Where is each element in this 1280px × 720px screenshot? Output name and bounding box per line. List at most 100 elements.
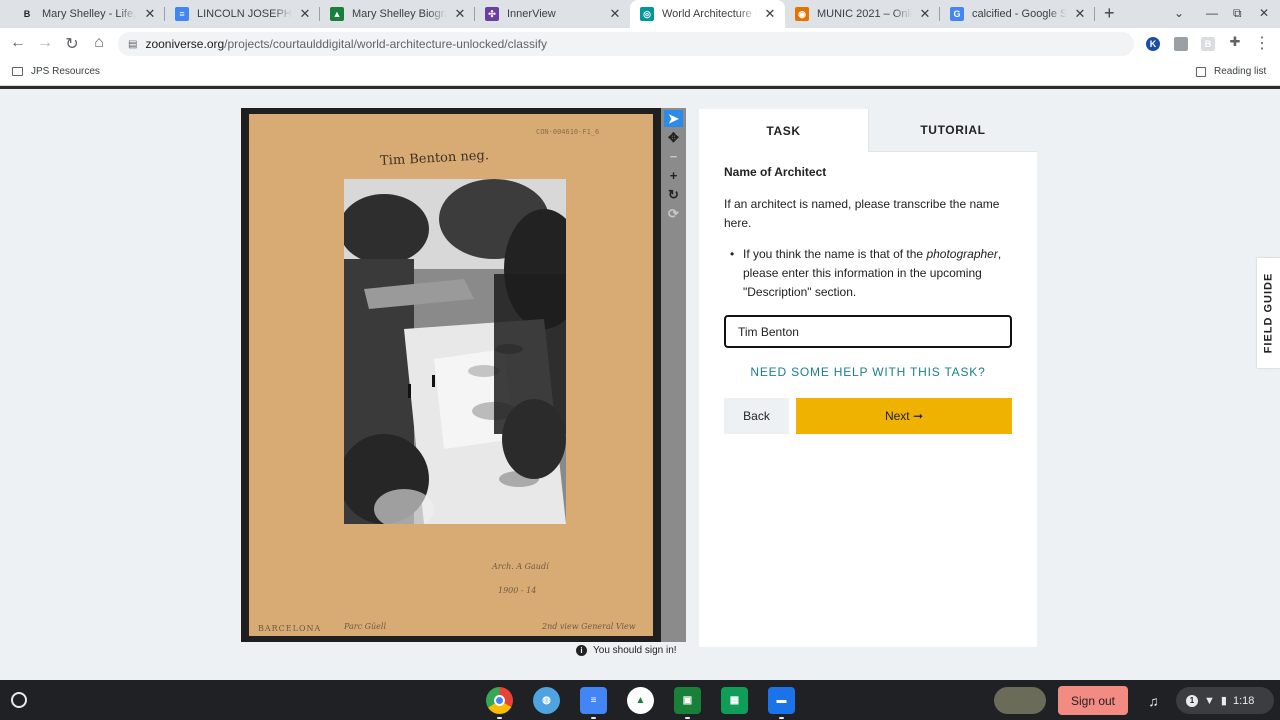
sheets-app-icon[interactable]: ▦ — [721, 687, 748, 714]
next-button[interactable]: Next ➞ — [796, 398, 1012, 434]
subject-viewer[interactable]: CON-004610-F1_6 Tim Benton neg. Arch. A … — [241, 108, 661, 642]
info-icon: i — [576, 645, 587, 656]
site-header-bar — [0, 86, 1280, 89]
task-title: Name of Architect — [724, 165, 827, 179]
home-icon[interactable]: ⌂ — [89, 34, 109, 52]
url-path: /projects/courtaulddigital/world-archite… — [224, 37, 547, 51]
back-arrow-icon[interactable]: ← — [8, 34, 28, 52]
tab-title: Mary Shelley - Life, Fra — [42, 8, 137, 20]
extension-b-icon[interactable]: B — [1201, 37, 1215, 51]
tab-tutorial[interactable]: TUTORIAL — [868, 109, 1037, 152]
bookmark-folder-jps-resources[interactable]: JPS Resources — [12, 66, 100, 77]
minimize-icon[interactable]: — — [1206, 6, 1218, 20]
browser-toolbar: ← → ↻ ⌂ ▤ zooniverse.org/projects/courta… — [0, 28, 1280, 60]
select-pointer-icon[interactable]: ➤ — [664, 110, 683, 127]
reload-icon[interactable]: ↻ — [62, 34, 82, 54]
move-icon[interactable]: ✥ — [664, 129, 683, 146]
negative-id: CON-004610-F1_6 — [536, 128, 600, 136]
reading-list-button[interactable]: Reading list — [1196, 66, 1266, 77]
classroom-app-icon[interactable]: ▣ — [674, 687, 701, 719]
reading-list-icon — [1196, 66, 1206, 77]
tab-close-icon[interactable]: ✕ — [918, 6, 932, 22]
restore-icon[interactable]: ⧉ — [1233, 6, 1242, 21]
bullet-text-emphasis: photographer — [926, 247, 998, 261]
note-architect: Arch. A Gaudí — [492, 562, 549, 571]
os-shelf: ◍ ≡ ▲ ▣ ▦ ▬ Sign out ♫ 1 ▼ ▮ 1:18 — [0, 680, 1280, 720]
url-host: zooniverse.org — [145, 37, 225, 51]
tab-search-icon[interactable]: ⌄ — [1174, 6, 1184, 20]
forward-arrow-icon[interactable]: → — [35, 34, 55, 52]
tab-favicon-icon: B — [23, 9, 31, 19]
rotate-icon[interactable]: ↻ — [664, 186, 683, 203]
tab-favicon-icon: ◎ — [640, 7, 654, 21]
back-button[interactable]: Back — [724, 398, 789, 434]
browser-tab[interactable]: ✣ InnerView ✕ — [475, 0, 630, 28]
tab-task[interactable]: TASK — [699, 109, 868, 152]
tab-favicon-icon: ≡ — [175, 7, 189, 21]
tab-title: LINCOLN JOSEPH - M — [197, 8, 292, 20]
wifi-icon: ▼ — [1204, 694, 1215, 707]
browser-tab[interactable]: ◉ MUNIC 2021 – Online ✕ — [785, 0, 940, 28]
note-view: 2nd view General View — [542, 622, 636, 631]
sign-in-text: You should sign in! — [593, 645, 677, 656]
note-park: Parc Güell — [344, 622, 387, 631]
viewer-toolbar: ➤ ✥ − + ↻ ⟳ — [661, 108, 686, 642]
address-bar[interactable]: ▤ zooniverse.org/projects/courtaulddigit… — [118, 32, 1134, 56]
task-bullet: If you think the name is that of the pho… — [730, 245, 1013, 302]
tab-close-icon[interactable]: ✕ — [763, 6, 777, 22]
planet-app-icon[interactable]: ◍ — [533, 687, 560, 714]
task-panel: TASK TUTORIAL Name of Architect If an ar… — [699, 109, 1037, 647]
chrome-app-icon[interactable] — [486, 687, 513, 719]
bullet-text-start: If you think the name is that of the — [743, 247, 927, 261]
field-guide-button[interactable]: FIELD GUIDE — [1257, 258, 1280, 368]
tab-close-icon[interactable]: ✕ — [608, 6, 622, 22]
architect-name-input[interactable]: Tim Benton — [724, 315, 1012, 348]
tab-title: calcified - Google Sea — [972, 8, 1067, 20]
architect-name-value: Tim Benton — [738, 324, 799, 339]
close-window-icon[interactable]: ✕ — [1259, 6, 1269, 20]
subject-card: CON-004610-F1_6 Tim Benton neg. Arch. A … — [249, 114, 653, 636]
tab-title: MUNIC 2021 – Online — [817, 8, 912, 20]
field-guide-label: FIELD GUIDE — [1262, 272, 1275, 354]
browser-tab[interactable]: B Mary Shelley - Life, Fra ✕ — [10, 0, 165, 28]
tab-close-icon[interactable]: ✕ — [298, 6, 312, 22]
new-tab-button[interactable]: + — [1104, 3, 1115, 24]
media-controls-icon[interactable]: ♫ — [1140, 687, 1167, 714]
launcher-icon[interactable] — [11, 692, 27, 708]
status-tray[interactable]: 1 ▼ ▮ 1:18 — [1176, 687, 1274, 714]
notification-count: 1 — [1186, 694, 1198, 707]
tab-close-icon[interactable]: ✕ — [143, 6, 157, 22]
zoom-out-icon[interactable]: − — [664, 148, 683, 165]
folder-icon — [12, 67, 23, 76]
menu-kebab-icon[interactable]: ⋮ — [1252, 33, 1272, 53]
zoom-in-icon[interactable]: + — [664, 167, 683, 184]
help-link[interactable]: NEED SOME HELP WITH THIS TASK? — [724, 365, 1012, 379]
extension-copy-icon[interactable] — [1174, 37, 1188, 51]
reset-view-icon[interactable]: ⟳ — [664, 205, 683, 222]
user-avatars[interactable] — [994, 687, 1046, 714]
tab-favicon-icon: ◉ — [795, 7, 809, 21]
extensions-puzzle-icon[interactable]: ✚ — [1225, 34, 1245, 50]
bookmark-label: JPS Resources — [31, 66, 100, 77]
drive-app-icon[interactable]: ▲ — [627, 687, 654, 714]
bookmarks-bar: JPS Resources Reading list — [0, 60, 1280, 86]
sign-out-button[interactable]: Sign out — [1058, 686, 1128, 715]
browser-tab[interactable]: ≡ LINCOLN JOSEPH - M ✕ — [165, 0, 320, 28]
browser-tab[interactable]: Gcalcified - Google Sea ✕ — [940, 0, 1095, 28]
note-year: 1900 - 14 — [498, 586, 537, 595]
tab-favicon-icon: ✣ — [485, 7, 499, 21]
site-info-icon[interactable]: ▤ — [128, 39, 137, 50]
extension-k-icon[interactable]: K — [1146, 37, 1160, 51]
browser-tab[interactable]: ▲ Mary Shelley Biograph ✕ — [320, 0, 475, 28]
browser-tab[interactable]: ◎ World Architecture Un ✕ — [630, 0, 785, 28]
tab-close-icon[interactable]: ✕ — [1073, 6, 1087, 22]
tab-separator — [1094, 7, 1095, 21]
task-instruction: If an architect is named, please transcr… — [724, 197, 1000, 230]
files-app-icon[interactable]: ▬ — [768, 687, 795, 719]
docs-app-icon[interactable]: ≡ — [580, 687, 607, 719]
card-caption: Tim Benton neg. — [379, 148, 490, 169]
reading-list-label: Reading list — [1214, 66, 1267, 77]
tab-close-icon[interactable]: ✕ — [453, 6, 467, 22]
note-place: BARCELONA — [258, 624, 322, 633]
sign-in-notice[interactable]: i You should sign in! — [576, 645, 677, 656]
